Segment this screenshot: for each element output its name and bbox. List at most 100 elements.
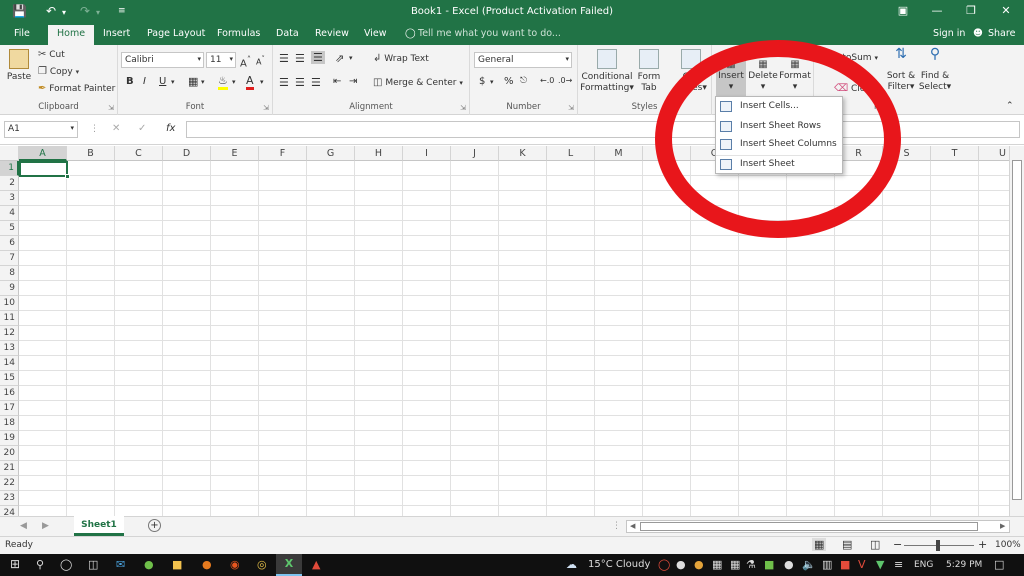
clipboard-launcher-icon[interactable]: ⇲: [108, 104, 114, 112]
sign-in-link[interactable]: Sign in: [933, 28, 965, 39]
number-launcher-icon[interactable]: ⇲: [568, 104, 574, 112]
top-align-icon[interactable]: ☰: [279, 52, 289, 65]
menu-insert-sheet-columns[interactable]: Insert Sheet Columns: [716, 136, 842, 154]
align-left-icon[interactable]: ☰: [279, 76, 289, 89]
collapse-ribbon-icon[interactable]: ⌃: [1006, 101, 1014, 111]
alignment-launcher-icon[interactable]: ⇲: [460, 104, 466, 112]
row-header-9[interactable]: 9: [0, 281, 19, 296]
menu-insert-sheet[interactable]: Insert Sheet: [716, 155, 842, 173]
middle-align-icon[interactable]: ☰: [295, 52, 305, 65]
increase-decimal-icon[interactable]: ←.0: [540, 76, 554, 85]
increase-indent-icon[interactable]: ⇥: [349, 76, 357, 87]
bottom-align-icon[interactable]: ☰: [311, 51, 325, 64]
font-color-dropdown-icon[interactable]: ▾: [260, 78, 264, 86]
menu-insert-sheet-rows[interactable]: Insert Sheet Rows: [716, 118, 842, 136]
tab-insert[interactable]: Insert: [103, 28, 130, 39]
wrap-text-button[interactable]: ↲ Wrap Text: [373, 53, 429, 64]
clear-button[interactable]: ⌫ Clea: [834, 83, 871, 94]
file-explorer-icon[interactable]: ■: [172, 558, 182, 571]
clock[interactable]: 5:29 PM: [946, 560, 982, 570]
zoom-slider-thumb[interactable]: [936, 540, 940, 551]
currency-dropdown-icon[interactable]: ▾: [490, 78, 494, 86]
column-header-t[interactable]: T: [931, 146, 979, 161]
number-format-box[interactable]: General ▾: [474, 52, 572, 68]
column-header-l[interactable]: L: [547, 146, 595, 161]
row-header-5[interactable]: 5: [0, 221, 19, 236]
percent-button[interactable]: %: [504, 76, 514, 87]
fill-color-dropdown-icon[interactable]: ▾: [232, 78, 236, 86]
vertical-scroll-thumb[interactable]: [1012, 160, 1022, 500]
scroll-left-icon[interactable]: ◀: [630, 522, 635, 530]
column-header-s[interactable]: S: [883, 146, 931, 161]
chrome-icon[interactable]: ◎: [257, 558, 267, 571]
vivaldi-icon[interactable]: V: [858, 558, 866, 571]
insert-function-button[interactable]: fx: [166, 123, 175, 134]
row-header-13[interactable]: 13: [0, 341, 19, 356]
underline-button[interactable]: U: [159, 76, 166, 87]
scroll-tabs-right-icon[interactable]: ▶: [42, 521, 49, 531]
column-header-m[interactable]: M: [595, 146, 643, 161]
tray-icon[interactable]: ▼: [876, 558, 884, 571]
scroll-right-icon[interactable]: ▶: [1000, 522, 1005, 530]
app-icon[interactable]: ●: [202, 558, 212, 571]
row-header-8[interactable]: 8: [0, 266, 19, 281]
row-header-10[interactable]: 10: [0, 296, 19, 311]
formula-input[interactable]: [186, 121, 1020, 138]
borders-icon[interactable]: ▦: [188, 75, 198, 88]
page-layout-view-icon[interactable]: ▤: [842, 538, 852, 551]
tab-formulas[interactable]: Formulas: [217, 28, 260, 39]
worksheet-grid[interactable]: ABCDEFGHIJKLMNOPQRSTU1234567891011121314…: [0, 146, 1024, 516]
tab-view[interactable]: View: [364, 28, 387, 39]
column-header-a[interactable]: A: [19, 146, 67, 161]
tab-review[interactable]: Review: [315, 28, 349, 39]
fill-color-icon[interactable]: ♨: [218, 74, 228, 90]
notifications-icon[interactable]: □: [994, 558, 1004, 571]
font-size-box[interactable]: 11 ▾: [206, 52, 236, 68]
cut-button[interactable]: ✂ Cut: [38, 49, 65, 60]
orientation-dropdown-icon[interactable]: ▾: [349, 54, 353, 62]
autosum-button[interactable]: Σ AutoSum ▾: [820, 49, 878, 63]
row-header-12[interactable]: 12: [0, 326, 19, 341]
decrease-decimal-icon[interactable]: .0→: [558, 76, 572, 85]
currency-button[interactable]: $: [479, 76, 485, 87]
page-break-view-icon[interactable]: ◫: [870, 538, 880, 551]
vertical-scrollbar[interactable]: [1009, 146, 1024, 516]
align-center-icon[interactable]: ☰: [295, 76, 305, 89]
search-icon[interactable]: ⚲: [36, 558, 44, 571]
row-header-7[interactable]: 7: [0, 251, 19, 266]
tray-icon[interactable]: ●: [676, 558, 686, 571]
row-header-18[interactable]: 18: [0, 416, 19, 431]
normal-view-icon[interactable]: ▦: [812, 538, 827, 551]
share-icon[interactable]: ☻: [973, 28, 983, 39]
borders-dropdown-icon[interactable]: ▾: [201, 78, 205, 86]
row-header-3[interactable]: 3: [0, 191, 19, 206]
tray-icon[interactable]: ▥: [822, 558, 832, 571]
zoom-in-icon[interactable]: +: [978, 538, 987, 551]
tab-home[interactable]: Home: [48, 25, 95, 45]
tab-file[interactable]: File: [14, 28, 30, 39]
bold-button[interactable]: B: [126, 76, 134, 87]
tray-icon[interactable]: ●: [784, 558, 794, 571]
minimize-icon[interactable]: —: [927, 4, 947, 17]
menu-insert-cells[interactable]: Insert Cells...: [716, 98, 842, 116]
decrease-indent-icon[interactable]: ⇤: [333, 76, 341, 87]
tray-icon[interactable]: ■: [840, 558, 850, 571]
column-header-k[interactable]: K: [499, 146, 547, 161]
row-header-1[interactable]: 1: [0, 161, 19, 176]
row-header-16[interactable]: 16: [0, 386, 19, 401]
row-header-11[interactable]: 11: [0, 311, 19, 326]
column-header-c[interactable]: C: [115, 146, 163, 161]
row-header-17[interactable]: 17: [0, 401, 19, 416]
paste-button[interactable]: Paste: [4, 49, 34, 83]
mail-icon[interactable]: ✉: [116, 558, 125, 571]
sheet-tab-sheet1[interactable]: Sheet1: [74, 516, 124, 536]
app-icon[interactable]: ▲: [312, 558, 320, 571]
active-cell-a1[interactable]: [19, 161, 70, 179]
find-select-button[interactable]: ⚲ Find & Select▾: [918, 47, 952, 93]
align-right-icon[interactable]: ☰: [311, 76, 321, 89]
column-header-i[interactable]: I: [403, 146, 451, 161]
tray-icon[interactable]: ▦: [712, 558, 722, 571]
excel-taskbar-icon[interactable]: X: [276, 554, 302, 576]
row-header-2[interactable]: 2: [0, 176, 19, 191]
format-painter-button[interactable]: ✒ Format Painter: [38, 83, 115, 94]
